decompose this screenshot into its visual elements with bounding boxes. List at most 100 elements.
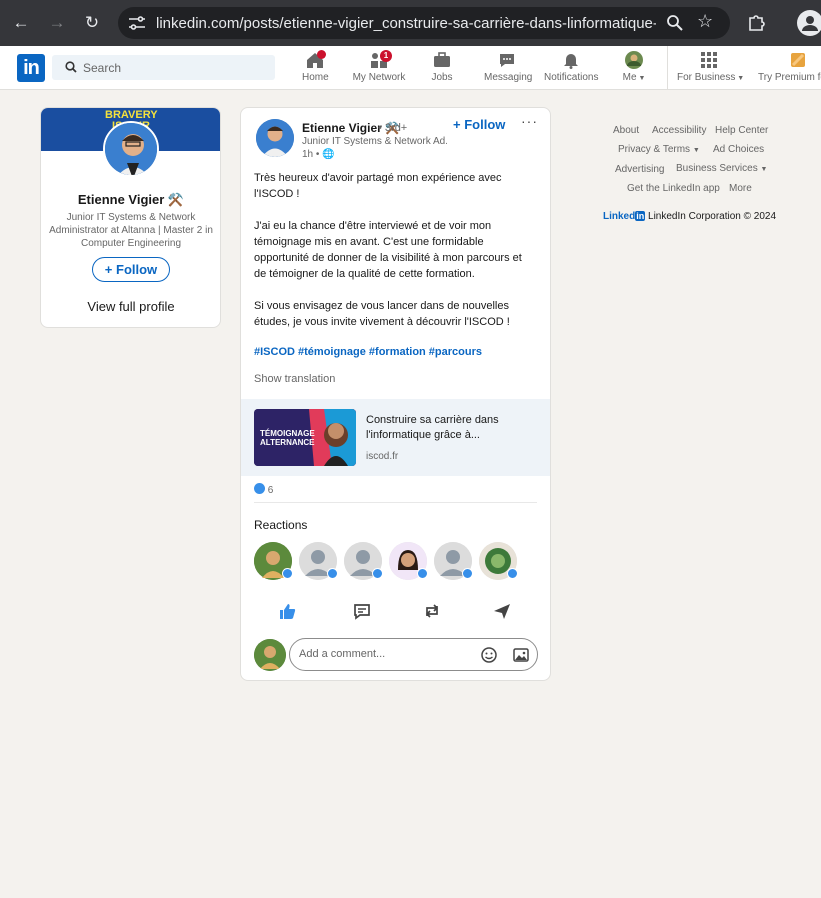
repost-icon[interactable]	[422, 601, 442, 621]
nav-notifications-label: Notifications	[544, 72, 599, 83]
back-icon[interactable]: ←	[10, 12, 32, 34]
nav-try-premium-label: Try Premium fo	[758, 72, 821, 83]
emoji-icon[interactable]	[480, 646, 498, 664]
linkedin-logo[interactable]: in	[17, 54, 45, 82]
profile-name[interactable]: Etienne Vigier ⚒️	[41, 192, 220, 208]
nav-notifications[interactable]: Notifications	[544, 50, 598, 83]
grid-icon	[701, 52, 717, 68]
connection-degree: • 3rd+	[378, 122, 408, 134]
footer-copyright: Linkedin LinkedIn Corporation © 2024	[603, 211, 776, 222]
footer-privacy-label: Privacy & Terms	[618, 144, 691, 155]
zoom-icon[interactable]	[666, 14, 684, 32]
chevron-down-icon: ▼	[692, 147, 700, 154]
like-icon[interactable]	[277, 601, 297, 621]
comment-input[interactable]: Add a comment...	[289, 638, 538, 671]
nav-jobs[interactable]: Jobs	[431, 50, 453, 83]
me-avatar-icon	[625, 51, 643, 69]
reaction-summary[interactable]: 6	[254, 483, 273, 496]
profile-headline-line-1: Junior IT Systems & Network	[66, 212, 196, 223]
image-icon[interactable]	[512, 646, 530, 664]
thumbnail-text: TÉMOIGNAGE ALTERNANCE	[260, 429, 315, 447]
nav-me[interactable]: Me ▼	[622, 50, 646, 83]
post-follow-label: Follow	[464, 117, 506, 132]
post-hashtags[interactable]: #ISCOD #témoignage #formation #parcours	[254, 346, 482, 358]
post-text-line	[254, 282, 539, 298]
comment-placeholder: Add a comment...	[299, 648, 386, 660]
address-bar[interactable]: linkedin.com/posts/etienne-vigier_constr…	[118, 7, 730, 39]
post-text-line: témoignage mis en avant. C'est une formi…	[254, 236, 484, 248]
footer-business-services[interactable]: Business Services ▼	[676, 163, 767, 174]
profile-headline-line-2: Administrator at Altanna | Master 2 in	[49, 225, 213, 236]
footer-ad-choices[interactable]: Ad Choices	[713, 144, 764, 155]
post-text-line: l'ISCOD !	[254, 188, 300, 200]
send-icon[interactable]	[492, 601, 512, 621]
post-follow-button[interactable]: + Follow	[453, 117, 505, 132]
briefcase-icon	[434, 52, 450, 67]
site-settings-icon[interactable]	[128, 15, 146, 31]
footer-about[interactable]: About	[613, 125, 639, 136]
post-card: Etienne Vigier ⚒️ • 3rd+ Junior IT Syste…	[240, 107, 551, 681]
reactor-avatar[interactable]	[479, 542, 518, 580]
show-translation-link[interactable]: Show translation	[254, 373, 335, 385]
post-author-avatar[interactable]	[256, 119, 294, 157]
reload-icon[interactable]: ↻	[81, 12, 103, 34]
profile-follow-label: Follow	[116, 262, 158, 277]
reactor-avatar[interactable]	[299, 542, 338, 580]
extensions-icon[interactable]	[747, 12, 767, 32]
footer-business-label: Business Services	[676, 163, 758, 174]
search-input[interactable]: Search	[52, 55, 275, 80]
copyright-text: LinkedIn Corporation © 2024	[648, 211, 777, 222]
url-text: linkedin.com/posts/etienne-vigier_constr…	[156, 15, 656, 32]
footer-help-center[interactable]: Help Center	[715, 125, 768, 136]
post-time: 1h • 🌐	[302, 149, 335, 160]
like-reaction-icon	[254, 483, 265, 494]
post-text-line: J'ai eu la chance d'être interviewé et d…	[254, 220, 492, 232]
nav-me-label: Me	[622, 72, 637, 83]
linkedin-wordmark: Linkedin	[603, 211, 646, 222]
network-badge: 1	[380, 50, 392, 62]
nav-my-network-label: My Network	[352, 72, 406, 83]
comment-icon[interactable]	[352, 601, 372, 621]
forward-icon[interactable]: →	[46, 12, 68, 34]
commenter-avatar	[254, 639, 286, 671]
reactor-avatar[interactable]	[389, 542, 428, 580]
profile-follow-button[interactable]: + Follow	[92, 257, 170, 282]
header-divider	[667, 46, 668, 90]
post-text-line: études, je vous invite vivement à découv…	[254, 316, 510, 328]
footer-privacy-terms[interactable]: Privacy & Terms ▼	[618, 144, 700, 155]
reactor-avatar[interactable]	[344, 542, 383, 580]
post-text-line: Si vous envisagez de vous lancer dans de…	[254, 300, 509, 312]
profile-avatar[interactable]	[103, 121, 159, 177]
globe-icon: 🌐	[322, 149, 335, 160]
like-badge-icon	[372, 568, 383, 579]
link-preview[interactable]: TÉMOIGNAGE ALTERNANCE Construire sa carr…	[241, 399, 550, 476]
view-full-profile-link[interactable]: View full profile	[41, 299, 220, 314]
business-chevron-down-icon: ▼	[735, 75, 745, 82]
home-notification-dot	[317, 50, 326, 59]
post-text-line: de témoigner de la qualité de cette form…	[254, 268, 475, 280]
linkedin-header: in Search Home My Network 1 Jobs Messagi…	[0, 46, 821, 90]
nav-messaging[interactable]: Messaging	[484, 50, 533, 83]
post-divider	[254, 502, 537, 503]
link-preview-title: Construire sa carrière dans l'informatiqu…	[366, 413, 536, 443]
nav-try-premium[interactable]: Try Premium fo	[758, 50, 821, 83]
reactor-avatar[interactable]	[434, 542, 473, 580]
footer-accessibility[interactable]: Accessibility	[652, 125, 706, 136]
like-badge-icon	[327, 568, 338, 579]
footer-advertising[interactable]: Advertising	[615, 164, 664, 175]
bookmark-star-icon[interactable]: ☆	[697, 11, 713, 32]
post-time-text: 1h •	[302, 149, 320, 160]
in-logo-icon: in	[635, 211, 646, 221]
nav-my-network[interactable]: My Network 1	[352, 50, 406, 83]
footer-more[interactable]: More	[729, 183, 752, 194]
footer-get-app[interactable]: Get the LinkedIn app	[627, 183, 720, 194]
nav-for-business-label: For Business	[677, 72, 736, 83]
nav-home[interactable]: Home	[302, 50, 329, 83]
nav-messaging-label: Messaging	[484, 72, 533, 83]
browser-profile-icon[interactable]	[797, 10, 821, 36]
nav-for-business[interactable]: For Business ▼	[677, 50, 745, 83]
reactor-avatar[interactable]	[254, 542, 293, 580]
more-options-icon[interactable]: ···	[521, 113, 538, 129]
post-text-line	[254, 202, 539, 218]
reaction-count: 6	[267, 485, 274, 496]
